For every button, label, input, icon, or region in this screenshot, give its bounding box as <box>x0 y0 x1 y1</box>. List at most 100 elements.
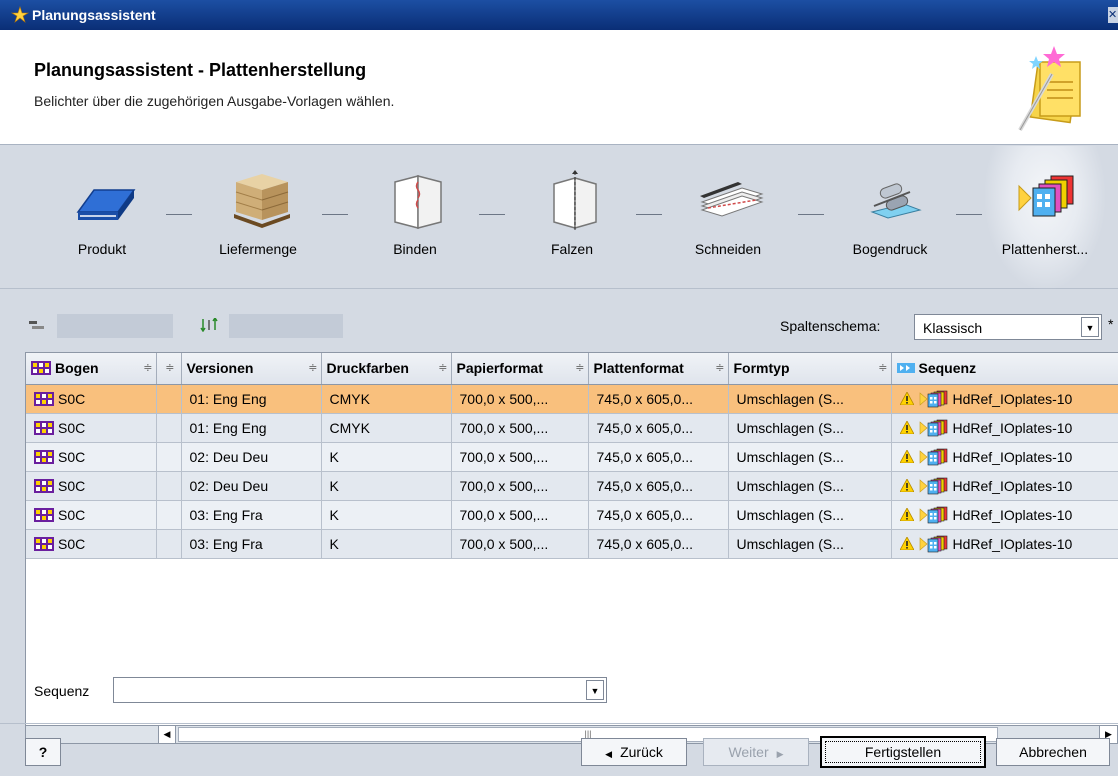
cell-druckfarben[interactable]: CMYK <box>321 413 452 443</box>
plates-icon <box>919 419 947 436</box>
sort-icon[interactable]: ≑ <box>308 361 317 374</box>
cell-papierformat[interactable]: 700,0 x 500,... <box>451 471 589 501</box>
cell-plattenformat[interactable]: 745,0 x 605,0... <box>588 471 729 501</box>
cell-bogen[interactable]: S0C <box>26 384 157 414</box>
cell-blank[interactable] <box>156 442 182 472</box>
cell-versionen[interactable]: 02: Deu Deu <box>181 471 322 501</box>
step-liefermenge[interactable]: Liefermenge <box>198 146 318 289</box>
cell-plattenformat[interactable]: 745,0 x 605,0... <box>588 442 729 472</box>
scroll-left-icon[interactable]: ◀ <box>158 726 176 743</box>
arrow-right-icon: ▶ <box>776 749 784 759</box>
cell-druckfarben[interactable]: CMYK <box>321 384 452 414</box>
step-produkt[interactable]: Produkt <box>42 146 162 289</box>
table-row[interactable]: S0C 02: Deu Deu K 700,0 x 500,... 745,0 x 60… <box>26 471 1118 501</box>
filter-field-left[interactable] <box>57 314 173 338</box>
table-row[interactable]: S0C 01: Eng Eng CMYK 700,0 x 500,... 745,0 x… <box>26 384 1118 414</box>
cell-formtyp[interactable]: Umschlagen (S... <box>728 471 892 501</box>
cell-sequenz[interactable]: HdRef_IOplates-10 <box>891 529 1118 559</box>
step-plattenherstellung[interactable]: Plattenherst... <box>985 146 1105 289</box>
plates-icon <box>919 506 947 523</box>
cancel-button[interactable]: Abbrechen <box>996 738 1110 766</box>
cell-bogen[interactable]: S0C <box>26 413 157 443</box>
sort-icon[interactable]: ≑ <box>438 361 447 374</box>
cell-sequenz[interactable]: HdRef_IOplates-10 <box>891 384 1118 414</box>
sort-icon[interactable]: ≑ <box>165 361 174 374</box>
sequenz-label: Sequenz <box>34 683 90 699</box>
cell-blank[interactable] <box>156 413 182 443</box>
sort-columns-icon[interactable] <box>200 318 218 332</box>
sequenz-select[interactable]: ▼ <box>113 677 607 703</box>
sort-icon[interactable]: ≑ <box>715 361 724 374</box>
column-header-sequenz[interactable]: Sequenz <box>891 353 1118 385</box>
cell-bogen[interactable]: S0C <box>26 500 157 530</box>
column-header-blank[interactable]: ≑ <box>156 353 182 385</box>
sort-icon[interactable]: ≑ <box>143 361 152 374</box>
cell-versionen[interactable]: 02: Deu Deu <box>181 442 322 472</box>
cell-plattenformat[interactable]: 745,0 x 605,0... <box>588 529 729 559</box>
cell-bogen[interactable]: S0C <box>26 442 157 472</box>
column-header-bogen[interactable]: Bogen ≑ <box>26 353 157 385</box>
cell-papierformat[interactable]: 700,0 x 500,... <box>451 442 589 472</box>
collapse-tree-icon[interactable] <box>28 318 46 332</box>
chevron-down-icon[interactable]: ▼ <box>1081 317 1099 337</box>
table-row[interactable]: S0C 01: Eng Eng CMYK 700,0 x 500,... 745,0 x… <box>26 413 1118 443</box>
cell-bogen[interactable]: S0C <box>26 471 157 501</box>
sort-icon[interactable]: ≑ <box>878 361 887 374</box>
sort-icon[interactable]: ≑ <box>575 361 584 374</box>
help-button[interactable]: ? <box>25 738 61 766</box>
cell-formtyp[interactable]: Umschlagen (S... <box>728 442 892 472</box>
table-row[interactable]: S0C 02: Deu Deu K 700,0 x 500,... 745,0 x 60… <box>26 442 1118 472</box>
cell-formtyp[interactable]: Umschlagen (S... <box>728 529 892 559</box>
cell-plattenformat[interactable]: 745,0 x 605,0... <box>588 413 729 443</box>
cell-formtyp[interactable]: Umschlagen (S... <box>728 384 892 414</box>
cell-versionen[interactable]: 01: Eng Eng <box>181 384 322 414</box>
column-header-versionen[interactable]: Versionen ≑ <box>181 353 322 385</box>
cell-plattenformat[interactable]: 745,0 x 605,0... <box>588 384 729 414</box>
cell-druckfarben[interactable]: K <box>321 529 452 559</box>
cell-plattenformat[interactable]: 745,0 x 605,0... <box>588 500 729 530</box>
cell-sequenz[interactable]: HdRef_IOplates-10 <box>891 471 1118 501</box>
cell-blank[interactable] <box>156 500 182 530</box>
sequenz-value: HdRef_IOplates-10 <box>952 419 1073 436</box>
press-icon <box>870 183 922 219</box>
cell-blank[interactable] <box>156 471 182 501</box>
next-button[interactable]: Weiter ▶ <box>703 738 809 766</box>
finish-button[interactable]: Fertigstellen <box>820 736 986 768</box>
cell-druckfarben[interactable]: K <box>321 442 452 472</box>
back-button[interactable]: ◀ Zurück <box>581 738 687 766</box>
window-titlebar[interactable]: Planungsassistent ✕ <box>0 0 1118 30</box>
sheet-icon <box>31 361 51 376</box>
cell-papierformat[interactable]: 700,0 x 500,... <box>451 529 589 559</box>
cell-druckfarben[interactable]: K <box>321 500 452 530</box>
table-row[interactable]: S0C 03: Eng Fra K 700,0 x 500,... 745,0 x 60… <box>26 529 1118 559</box>
cell-blank[interactable] <box>156 384 182 414</box>
filter-field-right[interactable] <box>229 314 343 338</box>
chevron-down-icon[interactable]: ▼ <box>586 680 604 700</box>
column-header-papierformat[interactable]: Papierformat ≑ <box>451 353 589 385</box>
step-schneiden[interactable]: Schneiden <box>668 146 788 289</box>
cell-papierformat[interactable]: 700,0 x 500,... <box>451 413 589 443</box>
cell-versionen[interactable]: 03: Eng Fra <box>181 500 322 530</box>
cell-sequenz[interactable]: HdRef_IOplates-10 <box>891 500 1118 530</box>
cell-sequenz[interactable]: HdRef_IOplates-10 <box>891 413 1118 443</box>
close-icon[interactable]: ✕ <box>1108 7 1118 23</box>
table-row[interactable]: S0C 03: Eng Fra K 700,0 x 500,... 745,0 x 60… <box>26 500 1118 530</box>
column-schema-select[interactable]: Klassisch ▼ <box>914 314 1102 340</box>
cell-formtyp[interactable]: Umschlagen (S... <box>728 413 892 443</box>
cell-bogen[interactable]: S0C <box>26 529 157 559</box>
cell-blank[interactable] <box>156 529 182 559</box>
column-header-formtyp[interactable]: Formtyp ≑ <box>728 353 892 385</box>
cell-versionen[interactable]: 03: Eng Fra <box>181 529 322 559</box>
pallet-icon <box>234 174 290 228</box>
step-bogendruck[interactable]: Bogendruck <box>830 146 950 289</box>
column-header-druckfarben[interactable]: Druckfarben ≑ <box>321 353 452 385</box>
cell-formtyp[interactable]: Umschlagen (S... <box>728 500 892 530</box>
step-falzen[interactable]: Falzen <box>512 146 632 289</box>
cell-papierformat[interactable]: 700,0 x 500,... <box>451 384 589 414</box>
cell-sequenz[interactable]: HdRef_IOplates-10 <box>891 442 1118 472</box>
cell-versionen[interactable]: 01: Eng Eng <box>181 413 322 443</box>
column-header-plattenformat[interactable]: Plattenformat ≑ <box>588 353 729 385</box>
cell-druckfarben[interactable]: K <box>321 471 452 501</box>
cell-papierformat[interactable]: 700,0 x 500,... <box>451 500 589 530</box>
step-binden[interactable]: Binden <box>355 146 475 289</box>
